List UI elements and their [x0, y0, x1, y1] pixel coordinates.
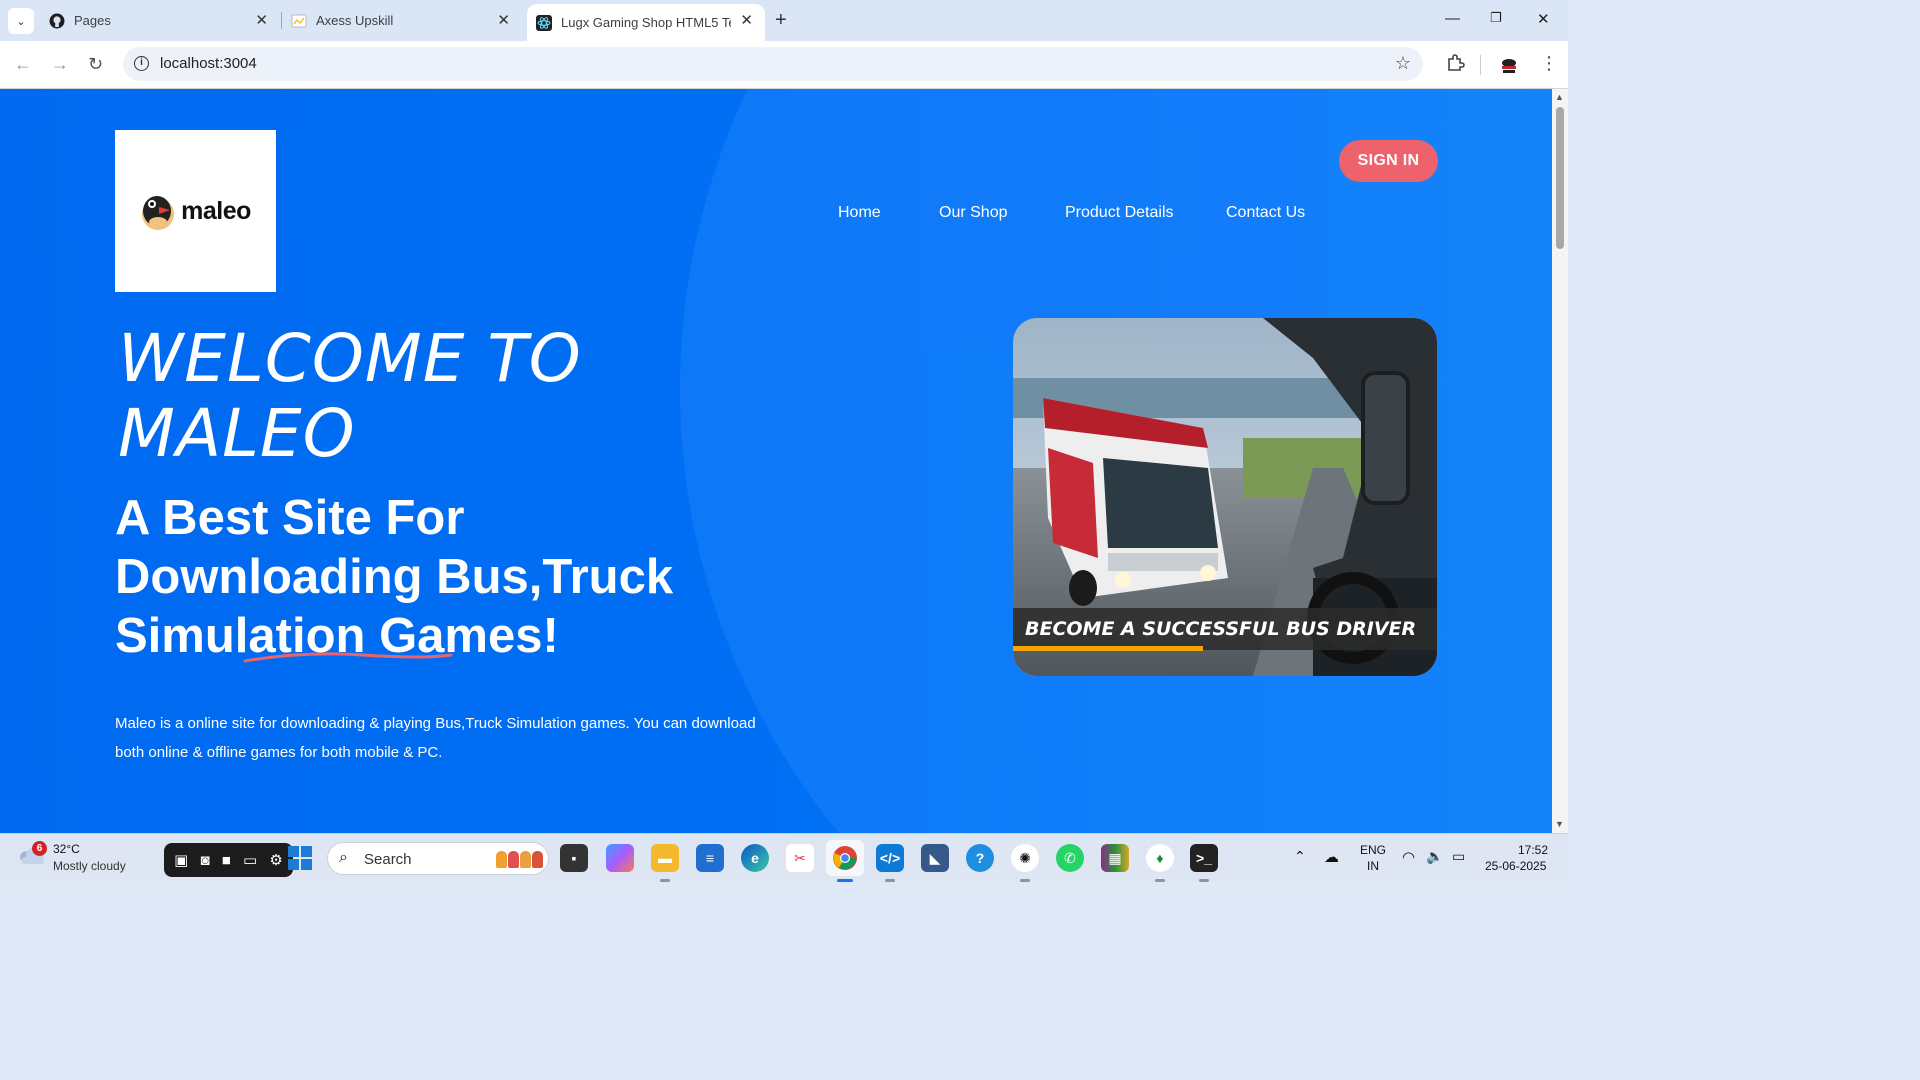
tab-search-button[interactable]: ⌄ [8, 8, 34, 34]
chatgpt-icon[interactable]: ✺ [1011, 844, 1039, 872]
tab-title: Axess Upskill [316, 13, 394, 28]
page-scrollbar[interactable]: ▲ ▼ [1552, 89, 1568, 833]
nav-our-shop[interactable]: Our Shop [939, 204, 1007, 222]
wifi-icon[interactable]: ◠ [1402, 848, 1415, 866]
chevron-up-icon[interactable]: ⌃ [1294, 848, 1306, 865]
toolbar-divider [1480, 55, 1481, 75]
welcome-heading: WELCOME TO MALEO [118, 320, 582, 472]
file-explorer-icon[interactable]: ▬ [651, 844, 679, 872]
snipping-tool-icon[interactable]: ✂ [786, 844, 814, 872]
hero-headline: A Best Site For Downloading Bus,Truck Si… [115, 491, 674, 663]
nav-product-details[interactable]: Product Details [1065, 204, 1174, 222]
tab-pages[interactable]: Pages ✕ [40, 0, 280, 41]
close-icon[interactable]: ✕ [740, 13, 753, 28]
notepad-icon[interactable]: ≡ [696, 844, 724, 872]
camera-icon[interactable]: ◙ [200, 852, 209, 869]
bookmark-star-icon[interactable]: ☆ [1395, 53, 1411, 74]
nav-contact-us[interactable]: Contact Us [1226, 204, 1305, 222]
windows-start-icon[interactable] [288, 846, 312, 870]
terminal-icon[interactable]: >_ [1190, 844, 1218, 872]
clock-time[interactable]: 17:52 [1518, 843, 1548, 857]
scroll-up-icon[interactable]: ▲ [1555, 92, 1564, 102]
restore-icon[interactable]: ❐ [1490, 10, 1502, 26]
address-bar[interactable]: i localhost:3004 ☆ [123, 47, 1423, 81]
search-highlight-icon [496, 851, 543, 868]
running-indicator [1155, 879, 1165, 882]
web-page: maleo Home Our Shop Product Details Cont… [0, 89, 1552, 833]
headline-underline [243, 652, 453, 663]
taskbar-search[interactable]: ⌕ Search [327, 842, 549, 875]
mysql-workbench-icon[interactable]: ◣ [921, 844, 949, 872]
winrar-icon[interactable]: ▦ [1101, 844, 1129, 872]
menu-dots-icon[interactable]: ⋮ [1540, 53, 1558, 74]
windows-taskbar: 6 32°C Mostly cloudy ▣ ◙ ■ ▭ ⚙ ⌕ Search … [0, 833, 1568, 882]
copilot-icon[interactable] [606, 844, 634, 872]
hero-caption: BECOME A SUCCESSFUL BUS DRIVER [1025, 618, 1416, 640]
logo-text: maleo [181, 196, 251, 225]
reload-icon[interactable]: ↻ [88, 54, 103, 74]
window-capture-icon[interactable]: ▭ [243, 851, 257, 869]
tab-axess-upskill[interactable]: Axess Upskill ✕ [282, 0, 522, 41]
extensions-icon[interactable] [1445, 53, 1465, 78]
chrome-icon[interactable] [826, 840, 864, 876]
gear-icon[interactable]: ⚙ [269, 851, 282, 869]
tab-title: Lugx Gaming Shop HTML5 Tem [561, 15, 731, 30]
edge-icon[interactable]: e [741, 844, 769, 872]
battery-icon[interactable]: ▭ [1452, 848, 1465, 865]
clock-date[interactable]: 25-06-2025 [1485, 859, 1546, 873]
weather-temp: 32°C [53, 842, 80, 856]
url-text: localhost:3004 [160, 55, 257, 72]
search-placeholder: Search [364, 851, 412, 868]
nav-home[interactable]: Home [838, 204, 881, 222]
tab-title: Pages [74, 13, 111, 28]
react-icon [536, 14, 552, 31]
back-icon[interactable]: ← [14, 54, 32, 74]
running-indicator [885, 879, 895, 882]
onedrive-icon[interactable]: ☁ [1324, 848, 1339, 866]
mongodb-icon[interactable]: ♦ [1146, 844, 1174, 872]
new-tab-icon[interactable]: + [775, 10, 787, 30]
capture-toolbar: ▣ ◙ ■ ▭ ⚙ [164, 843, 293, 877]
video-icon[interactable]: ■ [222, 852, 231, 869]
task-view-icon[interactable]: ▪ [560, 844, 588, 872]
scroll-down-icon[interactable]: ▼ [1555, 819, 1564, 829]
active-indicator [837, 879, 853, 882]
running-indicator [1199, 879, 1209, 882]
weather-alert-badge: 6 [32, 841, 47, 856]
site-logo[interactable]: maleo [115, 130, 276, 292]
whatsapp-icon[interactable]: ✆ [1056, 844, 1084, 872]
close-icon[interactable]: ✕ [255, 13, 268, 28]
hero-description: Maleo is a online site for downloading &… [115, 715, 756, 761]
sign-in-button[interactable]: SIGN IN [1339, 140, 1438, 182]
search-icon: ⌕ [339, 849, 348, 866]
maleo-bird-icon [142, 196, 175, 230]
close-icon[interactable]: ✕ [497, 13, 510, 28]
browser-tab-bar: ⌄ Pages ✕ Axess Upskill ✕ Lugx Gaming Sh… [0, 0, 1568, 41]
lang-primary[interactable]: ENG [1360, 843, 1386, 857]
github-icon [49, 13, 65, 29]
running-indicator [1020, 879, 1030, 882]
screenshot-icon[interactable]: ▣ [174, 851, 188, 869]
page-icon [291, 13, 307, 29]
scroll-thumb[interactable] [1556, 107, 1564, 249]
profile-avatar[interactable] [1498, 54, 1520, 81]
window-close-icon[interactable]: ✕ [1537, 10, 1550, 28]
minimize-icon[interactable]: — [1445, 10, 1460, 27]
vscode-icon[interactable]: </> [876, 844, 904, 872]
forward-icon[interactable]: → [51, 54, 69, 74]
volume-icon[interactable]: 🔈 [1426, 848, 1443, 865]
tab-lugx-gaming[interactable]: Lugx Gaming Shop HTML5 Tem ✕ [527, 4, 765, 41]
running-indicator [660, 879, 670, 882]
weather-desc: Mostly cloudy [53, 859, 126, 873]
help-icon[interactable]: ? [966, 844, 994, 872]
hero-bus-image: BECOME A SUCCESSFUL BUS DRIVER [1013, 318, 1437, 676]
browser-toolbar: ← → ↻ i localhost:3004 ☆ ⋮ [0, 41, 1568, 89]
site-info-icon[interactable]: i [134, 56, 149, 71]
lang-secondary[interactable]: IN [1367, 859, 1379, 873]
